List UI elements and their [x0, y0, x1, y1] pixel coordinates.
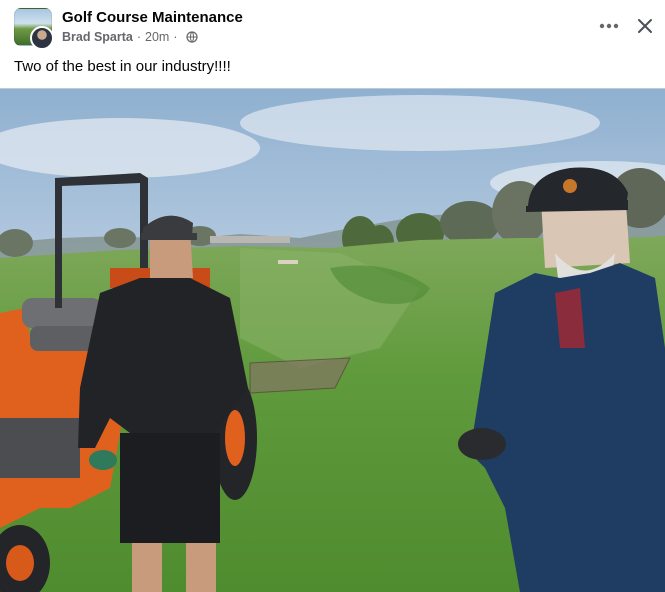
- author-name-link[interactable]: Brad Sparta: [62, 30, 133, 44]
- group-name-link[interactable]: Golf Course Maintenance: [62, 9, 243, 26]
- post-photo[interactable]: [0, 88, 665, 592]
- post-text: Two of the best in our industry!!!!: [14, 58, 231, 75]
- post-header: Golf Course Maintenance Brad Sparta · 20…: [0, 0, 665, 56]
- post-timestamp[interactable]: 20m: [145, 30, 169, 44]
- globe-icon: [185, 31, 198, 43]
- close-icon: [638, 19, 652, 33]
- more-options-button[interactable]: [596, 14, 622, 38]
- more-horizontal-icon: [599, 23, 619, 29]
- user-avatar[interactable]: [30, 26, 54, 50]
- avatar[interactable]: [14, 8, 54, 50]
- close-button[interactable]: [632, 13, 658, 39]
- post-meta: Brad Sparta · 20m ·: [62, 30, 198, 44]
- meta-separator-2: ·: [173, 30, 178, 44]
- meta-separator: ·: [136, 30, 142, 44]
